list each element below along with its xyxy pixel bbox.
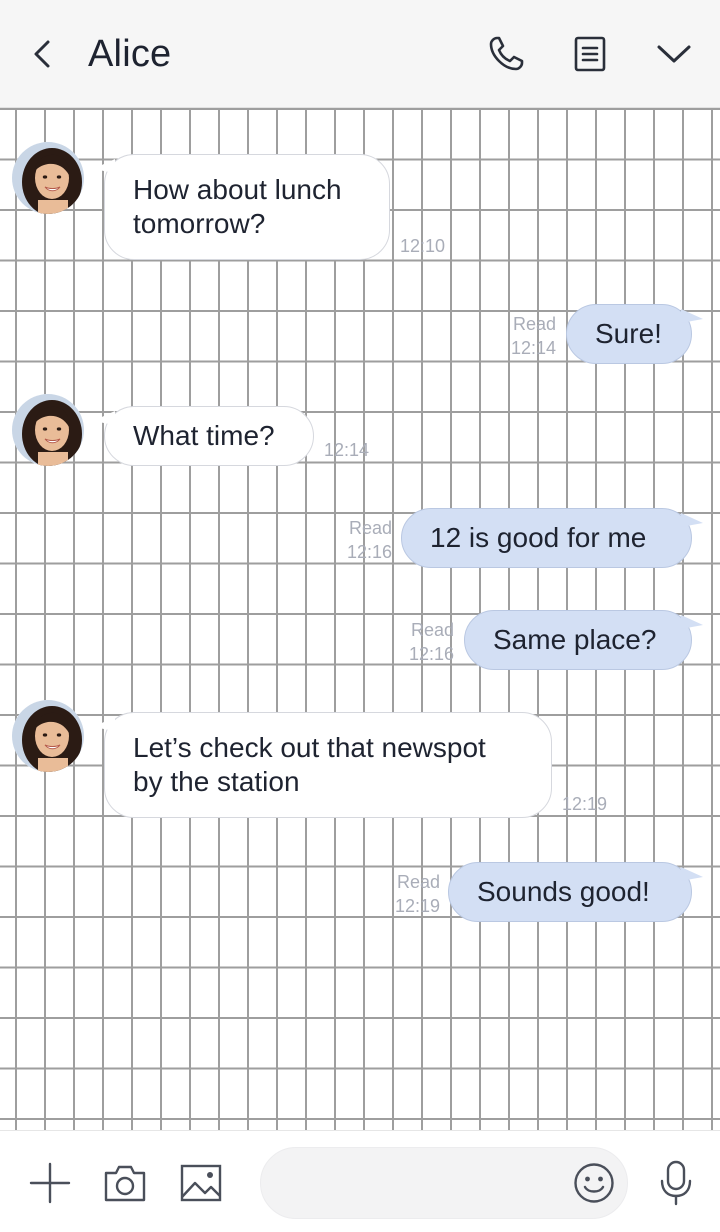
read-receipt: Read xyxy=(396,872,440,892)
image-icon xyxy=(180,1164,222,1202)
message-time: 12:10 xyxy=(400,236,446,256)
plus-icon xyxy=(29,1162,71,1204)
message-text-line: tomorrow? xyxy=(133,208,266,239)
camera-button[interactable] xyxy=(101,1159,149,1207)
message-time: 12:19 xyxy=(562,794,608,814)
message-composer xyxy=(0,1130,720,1232)
avatar[interactable] xyxy=(12,394,84,466)
message-text: 12 is good for me xyxy=(430,522,647,553)
message-bubble-incoming[interactable]: How about lunch tomorrow? xyxy=(93,154,390,260)
avatar-photo-icon xyxy=(12,394,84,466)
emoji-icon xyxy=(574,1163,614,1203)
message-text: What time? xyxy=(133,420,275,451)
message-text-line: Let’s check out that newspot xyxy=(133,732,486,763)
message-time: 12:14 xyxy=(324,440,370,460)
message-text-line: by the station xyxy=(133,766,300,797)
message-bubble-incoming[interactable]: Let’s check out that newspot by the stat… xyxy=(93,712,552,818)
microphone-icon xyxy=(660,1160,692,1206)
message-text: Same place? xyxy=(493,624,657,655)
message-time: 12:16 xyxy=(408,644,454,664)
message-bubble-outgoing[interactable]: Sure! xyxy=(566,304,703,364)
message-input[interactable] xyxy=(285,1162,559,1204)
message-bubble-outgoing[interactable]: 12 is good for me xyxy=(401,508,703,568)
emoji-button[interactable] xyxy=(568,1157,620,1209)
notes-button[interactable] xyxy=(562,26,618,82)
message-bubble-outgoing[interactable]: Same place? xyxy=(464,610,703,670)
message-time: 12:19 xyxy=(394,896,440,916)
chat-title: Alice xyxy=(88,33,172,75)
message-text: Sounds good! xyxy=(477,876,650,907)
avatar[interactable] xyxy=(12,700,84,772)
read-receipt: Read xyxy=(348,518,392,538)
camera-icon xyxy=(104,1165,146,1202)
read-receipt: Read xyxy=(512,314,556,334)
message-text-line: How about lunch xyxy=(133,174,342,205)
chat-header: Alice xyxy=(0,0,720,108)
message-bubble-incoming[interactable]: What time? xyxy=(93,406,314,466)
back-button[interactable] xyxy=(14,26,70,82)
message-text: Sure! xyxy=(595,318,662,349)
phone-icon xyxy=(489,36,524,71)
notes-icon xyxy=(574,36,606,72)
message-bubble-outgoing[interactable]: Sounds good! xyxy=(448,862,703,922)
chevron-down-icon xyxy=(657,45,691,63)
chevron-left-icon xyxy=(34,40,50,68)
chat-area[interactable]: How about lunch tomorrow? 12:10 Read 12:… xyxy=(0,108,720,1130)
call-button[interactable] xyxy=(478,26,534,82)
read-receipt: Read xyxy=(410,620,454,640)
message-time: 12:16 xyxy=(346,542,392,562)
message-time: 12:14 xyxy=(510,338,556,358)
avatar-photo-icon xyxy=(12,142,84,214)
image-button[interactable] xyxy=(177,1159,225,1207)
avatar[interactable] xyxy=(12,142,84,214)
add-attachment-button[interactable] xyxy=(26,1159,74,1207)
expand-menu-button[interactable] xyxy=(646,26,702,82)
avatar-photo-icon xyxy=(12,700,84,772)
voice-message-button[interactable] xyxy=(650,1155,702,1211)
